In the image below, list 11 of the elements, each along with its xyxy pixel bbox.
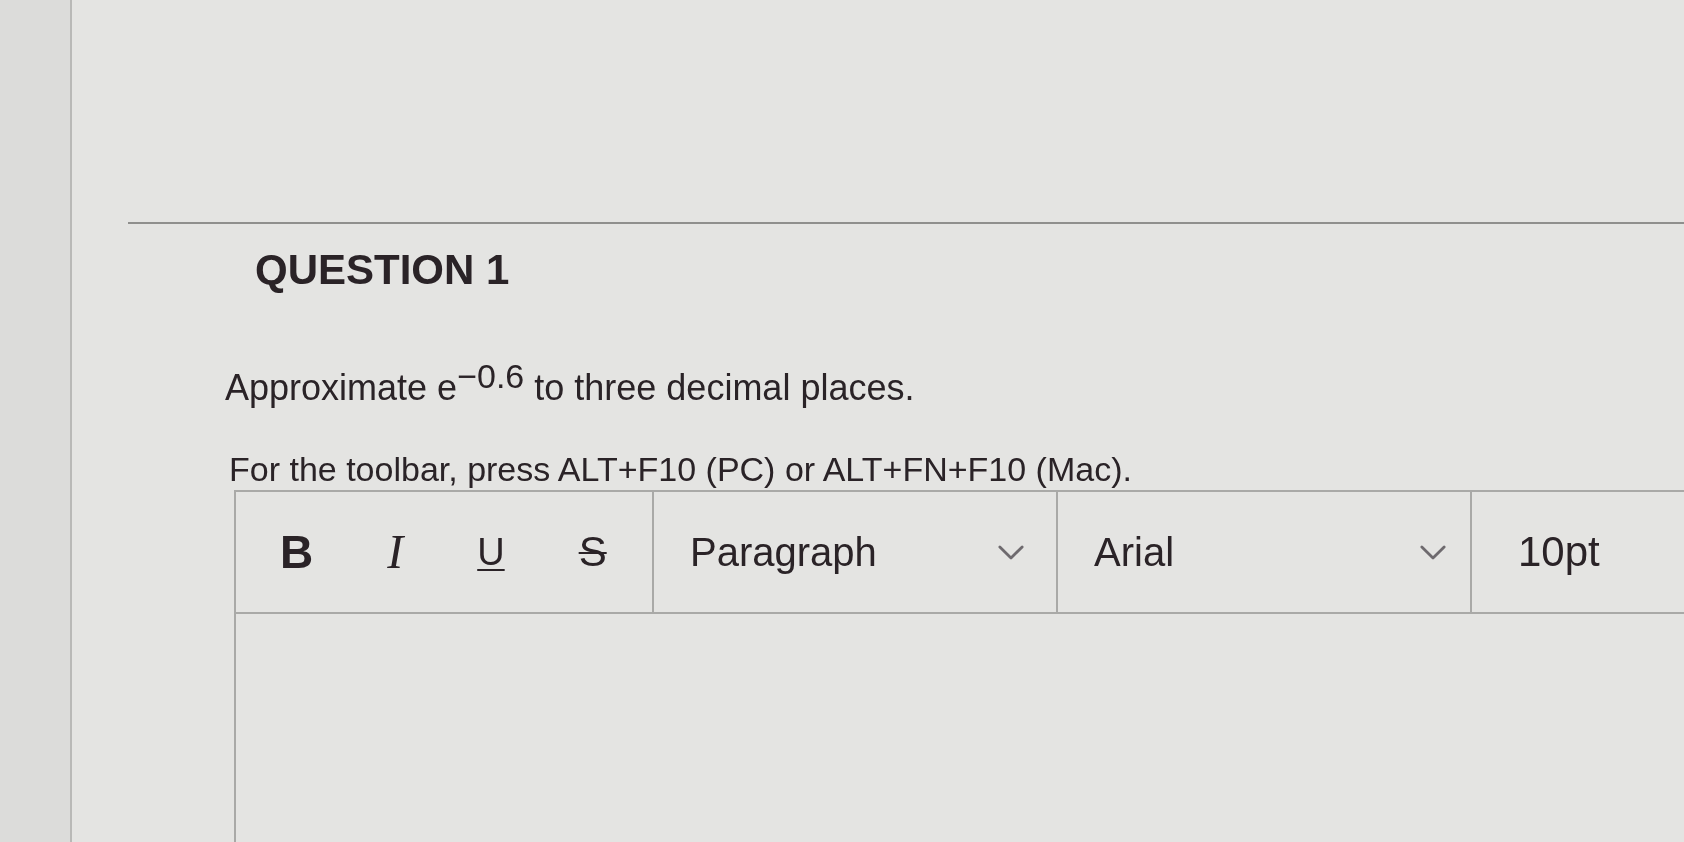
question-title: QUESTION 1 [255,246,510,294]
chevron-down-icon[interactable] [1420,544,1446,560]
underline-button[interactable]: U [475,526,507,578]
toolbar-hint: For the toolbar, press ALT+F10 (PC) or ALT+FN+F10 (Mac). [229,449,1132,490]
strikethrough-button[interactable]: S [576,526,609,578]
bold-button[interactable]: B [278,526,316,578]
italic-button[interactable]: I [385,526,406,578]
font-size-dropdown[interactable]: 10pt [1518,527,1600,577]
paragraph-style-label[interactable]: Paragraph [690,528,877,576]
chevron-down-icon[interactable] [998,544,1024,560]
font-family-label[interactable]: Arial [1094,528,1175,576]
